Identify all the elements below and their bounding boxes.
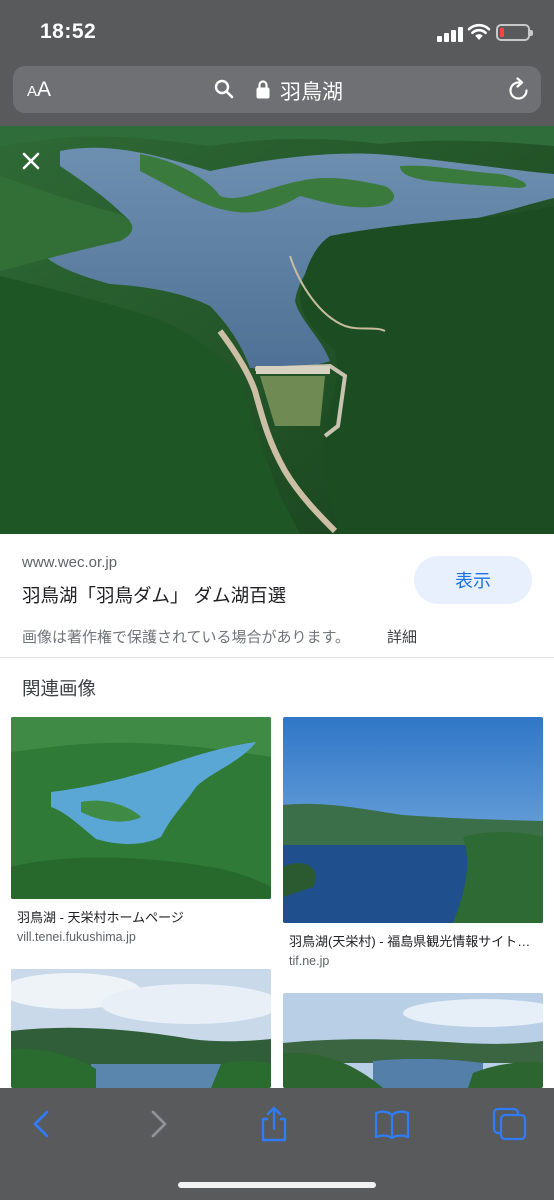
details-link[interactable]: 詳細 [387, 626, 417, 647]
address-bar[interactable]: AA 羽鳥湖 [13, 66, 541, 113]
wifi-icon [467, 23, 491, 40]
close-icon[interactable] [14, 144, 48, 178]
cellular-signal-icon [437, 26, 463, 42]
related-image-thumbnail [11, 717, 271, 899]
status-time: 18:52 [40, 20, 97, 43]
text-size-button[interactable]: AA [27, 78, 51, 102]
lake-aerial-photo [0, 126, 554, 534]
related-image-card[interactable]: 羽鳥湖(天栄村) - 福島県観光情報サイト… tif.ne.jp [283, 717, 543, 975]
related-image-caption: 羽鳥湖 - 天栄村ホームページ [17, 910, 184, 925]
lock-icon [256, 80, 270, 99]
related-image-source: vill.tenei.fukushima.jp [17, 930, 136, 944]
source-domain[interactable]: www.wec.or.jp [22, 554, 117, 571]
divider [0, 657, 554, 658]
hero-image[interactable] [0, 126, 554, 534]
result-title[interactable]: 羽鳥湖「羽鳥ダム」 ダム湖百選 [22, 582, 286, 608]
share-icon[interactable] [254, 1106, 294, 1142]
battery-icon [496, 24, 533, 41]
bookmarks-icon[interactable] [372, 1106, 412, 1142]
battery-level-fill [500, 28, 504, 37]
related-image-thumbnail [11, 969, 271, 1088]
related-image-thumbnail [283, 993, 543, 1088]
tabs-icon[interactable] [490, 1106, 530, 1142]
back-icon[interactable] [22, 1106, 62, 1142]
related-images-heading: 関連画像 [22, 678, 97, 699]
browser-chrome: AA 羽鳥湖 [0, 64, 554, 126]
related-image-thumbnail [283, 717, 543, 923]
search-icon [214, 79, 234, 99]
related-image-caption: 羽鳥湖(天栄村) - 福島県観光情報サイト… [289, 934, 531, 949]
reload-icon[interactable] [507, 77, 531, 103]
related-image-card[interactable]: 羽鳥湖 - 天栄村ホームページ vill.tenei.fukushima.jp [11, 717, 271, 951]
page-title: 羽鳥湖 [280, 81, 343, 104]
forward-icon[interactable] [138, 1106, 178, 1142]
related-image-card[interactable] [283, 993, 543, 1088]
copyright-notice: 画像は著作権で保護されている場合があります。 [22, 629, 351, 646]
related-image-source: tif.ne.jp [289, 954, 330, 968]
status-bar: 18:52 [0, 0, 554, 64]
home-indicator[interactable] [178, 1182, 376, 1188]
related-image-card[interactable] [11, 969, 271, 1088]
view-button[interactable]: 表示 [414, 556, 532, 604]
